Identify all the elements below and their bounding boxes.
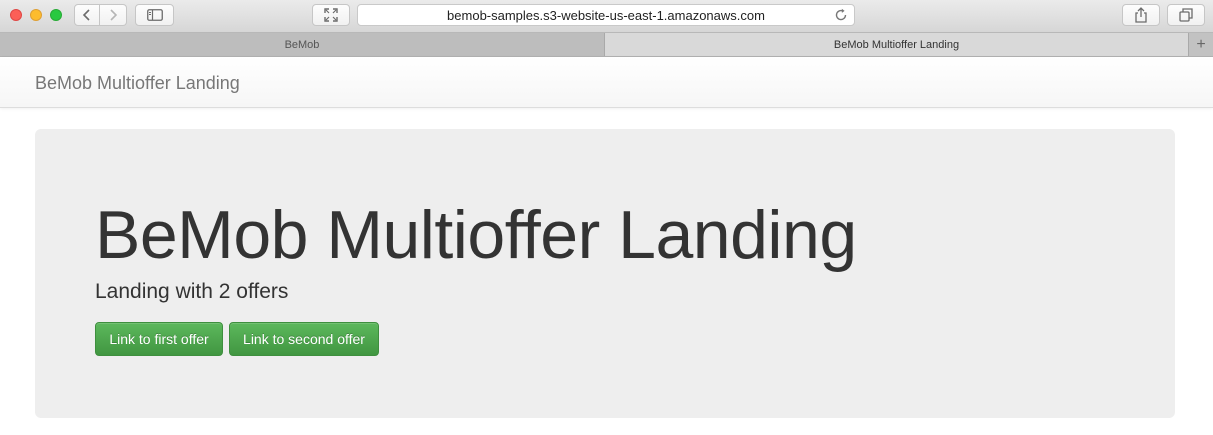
expand-icon	[324, 8, 338, 22]
page-navbar: BeMob Multioffer Landing	[0, 57, 1213, 108]
reload-icon[interactable]	[834, 8, 848, 22]
close-window-button[interactable]	[10, 9, 22, 21]
tab-bemob[interactable]: BeMob	[0, 33, 605, 56]
sidebar-toggle-button[interactable]	[135, 4, 174, 26]
minimize-window-button[interactable]	[30, 9, 42, 21]
address-bar[interactable]: bemob-samples.s3-website-us-east-1.amazo…	[357, 4, 855, 26]
navbar-brand-link[interactable]: BeMob Multioffer Landing	[35, 73, 240, 94]
url-text: bemob-samples.s3-website-us-east-1.amazo…	[447, 7, 765, 23]
second-offer-button[interactable]: Link to second offer	[229, 322, 379, 356]
history-nav	[74, 4, 127, 26]
tab-label: BeMob	[284, 38, 320, 51]
zoom-window-button[interactable]	[50, 9, 62, 21]
browser-toolbar: bemob-samples.s3-website-us-east-1.amazo…	[0, 0, 1213, 33]
first-offer-button[interactable]: Link to first offer	[95, 322, 223, 356]
fullscreen-button[interactable]	[312, 4, 350, 26]
share-icon	[1135, 7, 1147, 23]
new-tab-button[interactable]: +	[1188, 33, 1213, 56]
tab-label: BeMob Multioffer Landing	[833, 38, 960, 51]
chevron-right-icon	[110, 9, 118, 21]
forward-button[interactable]	[100, 4, 127, 26]
jumbotron: BeMob Multioffer Landing Landing with 2 …	[35, 129, 1175, 418]
page-subtitle: Landing with 2 offers	[95, 280, 289, 303]
plus-icon: +	[1196, 35, 1206, 53]
sidebar-icon	[146, 9, 163, 21]
back-button[interactable]	[74, 4, 100, 26]
show-all-tabs-button[interactable]	[1167, 4, 1205, 26]
chevron-left-icon	[82, 9, 90, 21]
page-title: BeMob Multioffer Landing	[95, 197, 857, 273]
tabs-overview-icon	[1179, 8, 1193, 22]
tab-bemob-multioffer-landing[interactable]: BeMob Multioffer Landing	[605, 33, 1188, 56]
tab-bar: BeMob BeMob Multioffer Landing +	[0, 33, 1213, 57]
share-button[interactable]	[1122, 4, 1160, 26]
